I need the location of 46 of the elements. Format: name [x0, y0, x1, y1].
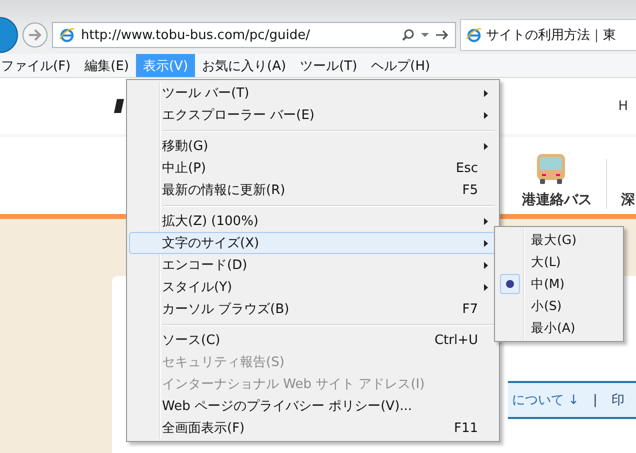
menu-item[interactable]: ソース(C) Ctrl+U [129, 329, 497, 351]
submenu-arrow-icon [484, 143, 488, 150]
menu-item[interactable]: エンコード(D) [129, 254, 497, 276]
menu-item[interactable]: 移動(G) [129, 135, 497, 157]
menu-item[interactable]: 大(L) [497, 251, 621, 273]
submenu-arrow-icon [484, 284, 488, 291]
menu-bar-item[interactable]: お気に入り(A) [195, 54, 294, 77]
menu-item[interactable]: 中止(P) Esc [129, 157, 497, 179]
notice-link[interactable]: 印 [611, 391, 624, 409]
notice-link[interactable]: について ↓ [512, 391, 580, 409]
submenu-arrow-icon [484, 262, 488, 269]
menu-bar-item[interactable]: ヘルプ(H) [364, 54, 438, 77]
nav-item[interactable]: 港連絡バス [522, 190, 592, 208]
submenu-arrow-icon [484, 240, 488, 247]
menu-item[interactable]: ツール バー(T) [129, 82, 497, 104]
nav-item[interactable]: 深 [621, 142, 635, 208]
url-text: http://www.tobu-bus.com/pc/guide/ [81, 28, 311, 42]
browser-tab[interactable]: サイトの利用方法｜東 [460, 19, 636, 51]
submenu-arrow-icon [484, 90, 488, 97]
search-icon[interactable] [401, 28, 415, 42]
header-link[interactable]: H [618, 98, 628, 114]
address-field[interactable]: http://www.tobu-bus.com/pc/guide/ [52, 22, 456, 48]
forward-button[interactable] [22, 22, 48, 48]
submenu-arrow-icon [484, 218, 488, 225]
menu-item[interactable]: 最大(G) [497, 229, 621, 251]
submenu-arrow-icon [484, 112, 488, 119]
menu-item[interactable]: スタイル(Y) [129, 276, 497, 298]
separator-text: | [593, 392, 598, 408]
menu-item[interactable]: カーソル ブラウズ(B) F7 [129, 298, 497, 320]
go-arrow-icon[interactable] [435, 28, 449, 42]
menu-item[interactable]: 小(S) [497, 295, 621, 317]
menu-bar-item[interactable]: ファイル(F) [0, 54, 78, 77]
menu-item[interactable]: 全画面表示(F) F11 [129, 417, 497, 439]
dropdown-icon[interactable] [421, 31, 429, 39]
bus-icon [536, 152, 566, 184]
menu-item[interactable]: 最小(A) [497, 317, 621, 339]
menu-item[interactable]: Web ページのプライバシー ポリシー(V)... [129, 395, 497, 417]
menu-item[interactable]: 最新の情報に更新(R) F5 [129, 179, 497, 201]
browser-logo-icon [466, 27, 482, 43]
menu-item[interactable]: エクスプローラー バー(E) [129, 104, 497, 126]
menu-item[interactable]: 中(M) [497, 273, 621, 295]
menu-item[interactable]: 拡大(Z) (100%) [129, 210, 497, 232]
menu-bar-item[interactable]: ツール(T) [293, 54, 364, 77]
menu-item[interactable]: 文字のサイズ(X) [129, 232, 497, 254]
browser-logo-icon [59, 27, 75, 43]
menu-bar-item[interactable]: 編集(E) [78, 54, 136, 77]
